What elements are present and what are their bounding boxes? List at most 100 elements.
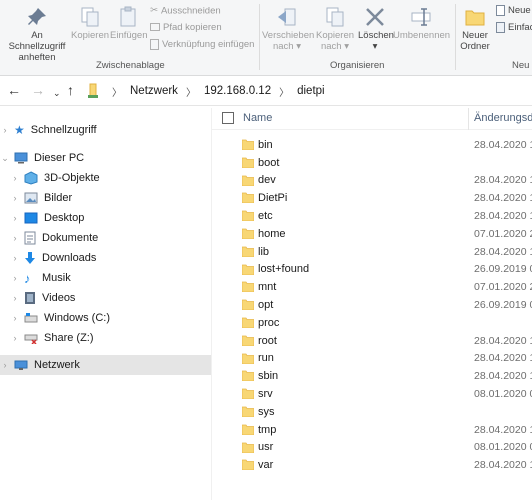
file-date: 26.09.2019 0 <box>474 263 532 276</box>
file-name: srv <box>258 388 273 401</box>
file-row[interactable]: home 07.01.2020 2 <box>212 225 532 243</box>
paste-button[interactable]: Einfügen <box>110 6 148 41</box>
folder-icon <box>242 228 254 239</box>
breadcrumb-item[interactable]: 192.168.0.12 <box>204 85 271 97</box>
easy-access-icon <box>496 21 505 33</box>
file-date: 28.04.2020 1 <box>474 138 532 151</box>
nav-item-quick-access[interactable]: › ★ Schnellzugriff <box>0 120 211 140</box>
rename-button[interactable]: Umbenennen <box>393 6 451 41</box>
easy-access-button[interactable]: Einfac <box>496 21 532 35</box>
file-row[interactable]: bin 28.04.2020 1 <box>212 136 532 154</box>
column-header-date[interactable]: Änderungsda <box>474 112 532 124</box>
nav-item-3d-objects[interactable]: › 3D-Objekte <box>0 168 211 188</box>
expand-chevron-icon[interactable]: › <box>0 360 10 370</box>
file-row[interactable]: dev 28.04.2020 1 <box>212 172 532 190</box>
folder-icon <box>242 264 254 275</box>
folder-icon <box>242 442 254 453</box>
folder-icon <box>242 335 254 346</box>
nav-item-documents[interactable]: › Dokumente <box>0 228 211 248</box>
file-name: lost+found <box>258 263 310 276</box>
copy-path-label: Pfad kopieren <box>163 22 222 33</box>
rename-label: Umbenennen <box>393 30 451 41</box>
expand-chevron-icon[interactable]: ⌄ <box>0 153 10 164</box>
cube-icon <box>24 171 38 185</box>
file-row[interactable]: etc 28.04.2020 1 <box>212 207 532 225</box>
file-row[interactable]: srv 08.01.2020 0 <box>212 385 532 403</box>
folder-icon <box>242 424 254 435</box>
file-date: 28.04.2020 1 <box>474 459 532 472</box>
up-arrow-icon[interactable]: ↑ <box>67 83 74 97</box>
file-row[interactable]: lost+found 26.09.2019 0 <box>212 261 532 279</box>
file-row[interactable]: sys <box>212 403 532 421</box>
file-row[interactable]: root 28.04.2020 1 <box>212 332 532 350</box>
file-row[interactable]: lib 28.04.2020 1 <box>212 243 532 261</box>
nav-item-music[interactable]: › ♪ Musik <box>0 268 211 288</box>
chevron-right-icon[interactable]: 〉 <box>112 84 122 99</box>
organize-group-label: Organisieren <box>330 60 385 71</box>
expand-chevron-icon[interactable]: › <box>10 333 20 343</box>
select-all-checkbox[interactable] <box>222 112 234 124</box>
file-date: 28.04.2020 1 <box>474 423 532 436</box>
file-row[interactable]: sbin 28.04.2020 1 <box>212 367 532 385</box>
folder-icon <box>242 406 254 417</box>
breadcrumb-item[interactable]: dietpi <box>297 85 325 97</box>
file-row[interactable]: run 28.04.2020 1 <box>212 350 532 368</box>
recent-dropdown-icon[interactable]: ⌄ <box>53 86 61 100</box>
breadcrumb[interactable]: 〉 Netzwerk 〉 192.168.0.12 〉 dietpi <box>88 82 325 100</box>
file-name: tmp <box>258 423 277 436</box>
file-date: 28.04.2020 1 <box>474 370 532 383</box>
file-row[interactable]: tmp 28.04.2020 1 <box>212 421 532 439</box>
column-divider[interactable] <box>468 108 469 130</box>
file-date: 07.01.2020 2 <box>474 281 532 294</box>
file-row[interactable]: opt 26.09.2019 0 <box>212 296 532 314</box>
copy-button[interactable]: Kopieren <box>70 6 110 41</box>
paste-shortcut-button[interactable]: Verknüpfung einfügen <box>150 38 254 52</box>
folder-icon <box>242 299 254 311</box>
expand-chevron-icon[interactable]: › <box>10 313 20 323</box>
new-item-button[interactable]: Neue <box>496 4 531 18</box>
nav-item-videos[interactable]: › Videos <box>0 288 211 308</box>
copy-path-button[interactable]: Pfad kopieren <box>150 21 222 35</box>
new-folder-button[interactable]: Neuer Ordner <box>456 6 494 52</box>
file-row[interactable]: mnt 07.01.2020 2 <box>212 278 532 296</box>
cut-button[interactable]: ✂ Ausschneiden <box>150 4 221 18</box>
move-to-button[interactable]: Verschieben nach ▾ <box>262 6 314 52</box>
pin-quick-access-button[interactable]: An Schnellzugriff anheften <box>2 6 72 63</box>
file-row[interactable]: boot <box>212 154 532 172</box>
forward-arrow-icon[interactable]: → <box>31 83 45 97</box>
file-row[interactable]: usr 08.01.2020 0 <box>212 439 532 457</box>
nav-item-downloads[interactable]: › Downloads <box>0 248 211 268</box>
nav-item-this-pc[interactable]: ⌄ Dieser PC <box>0 148 211 168</box>
copy-to-button[interactable]: Kopieren nach ▾ <box>313 6 357 52</box>
nav-item-windows-drive[interactable]: › Windows (C:) <box>0 308 211 328</box>
file-row[interactable]: DietPi 28.04.2020 1 <box>212 189 532 207</box>
nav-item-share-drive[interactable]: › Share (Z:) <box>0 328 211 348</box>
chevron-right-icon[interactable]: 〉 <box>279 84 289 99</box>
file-row[interactable]: var 28.04.2020 1 <box>212 456 532 474</box>
file-name: usr <box>258 441 274 454</box>
nav-item-network[interactable]: › Netzwerk <box>0 355 211 375</box>
delete-button[interactable]: Löschen ▾ <box>358 6 394 52</box>
file-list: bin 28.04.2020 1 boot dev 28.04.2020 1 Die… <box>212 136 532 474</box>
nav-item-desktop[interactable]: › Desktop <box>0 208 211 228</box>
expand-chevron-icon[interactable]: › <box>10 213 20 223</box>
chevron-right-icon[interactable]: 〉 <box>186 84 196 99</box>
copy-icon <box>81 7 99 27</box>
nav-item-label: 3D-Objekte <box>44 172 100 184</box>
file-name: home <box>258 227 286 240</box>
nav-item-pictures[interactable]: › Bilder <box>0 188 211 208</box>
new-item-icon <box>496 4 505 16</box>
file-name: opt <box>258 299 274 312</box>
file-row[interactable]: proc <box>212 314 532 332</box>
expand-chevron-icon[interactable]: › <box>10 273 20 283</box>
file-date: 28.04.2020 1 <box>474 210 532 223</box>
breadcrumb-item[interactable]: Netzwerk <box>130 85 178 97</box>
expand-chevron-icon[interactable]: › <box>0 125 10 135</box>
expand-chevron-icon[interactable]: › <box>10 193 20 203</box>
expand-chevron-icon[interactable]: › <box>10 233 20 243</box>
expand-chevron-icon[interactable]: › <box>10 173 20 183</box>
column-header-name[interactable]: Name <box>243 112 272 124</box>
expand-chevron-icon[interactable]: › <box>10 253 20 263</box>
back-arrow-icon[interactable]: ← <box>7 83 21 97</box>
expand-chevron-icon[interactable]: › <box>10 293 20 303</box>
